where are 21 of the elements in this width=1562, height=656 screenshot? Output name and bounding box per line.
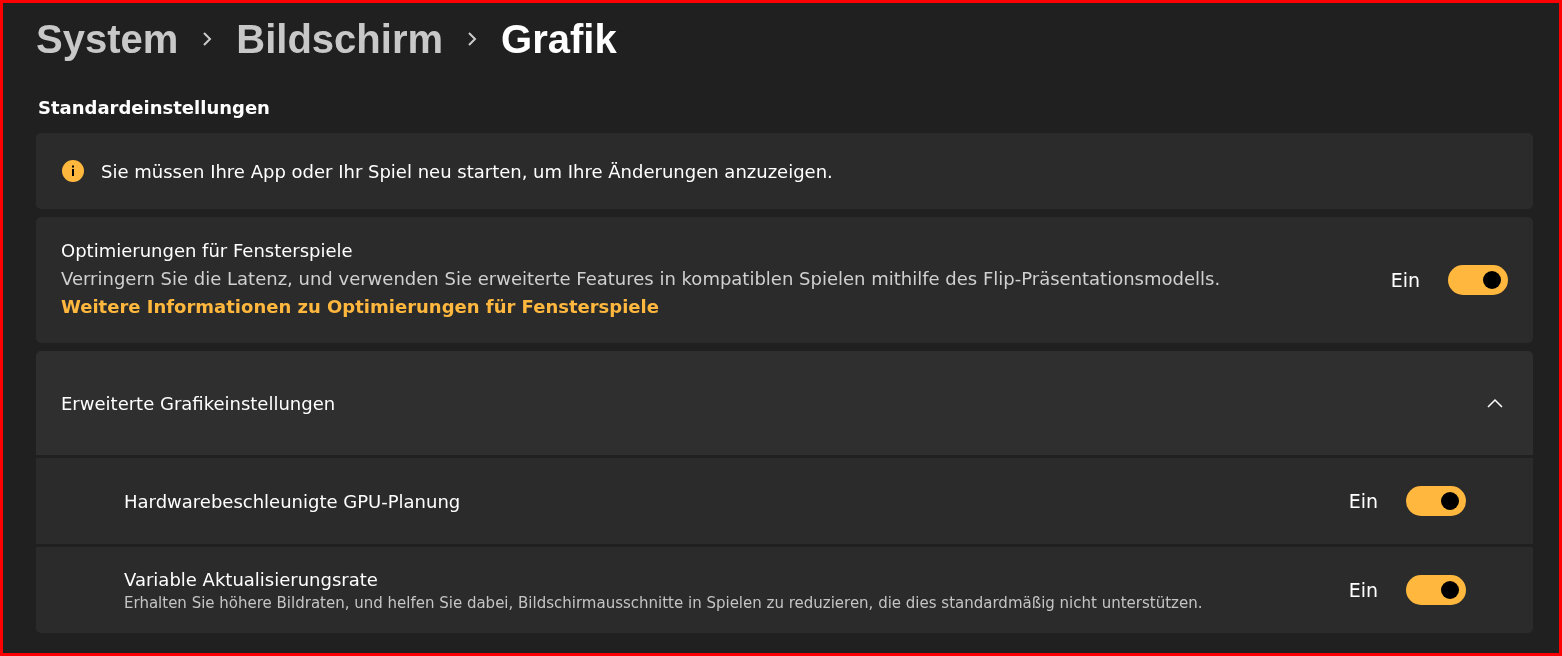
breadcrumb-item[interactable]: Bildschirm	[236, 16, 444, 62]
section-title: Standardeinstellungen	[38, 97, 271, 118]
breadcrumb-item: Grafik	[501, 16, 617, 62]
info-text: Sie müssen Ihre App oder Ihr Spiel neu starten, um Ihre Änderungen anzuzeigen.	[101, 160, 833, 182]
info-icon	[61, 159, 85, 183]
learn-more-link[interactable]: Weitere Informationen zu Optimierungen für Fensterspiele	[61, 295, 659, 317]
toggle-state-label: Ein	[1348, 579, 1378, 601]
toggle-switch[interactable]	[1406, 575, 1466, 605]
toggle-state-label: Ein	[1348, 490, 1378, 512]
setting-title: Variable Aktualisierungsrate	[124, 568, 379, 590]
toggle-switch[interactable]	[1406, 486, 1466, 516]
toggle-state-label: Ein	[1390, 269, 1420, 291]
expander-title: Erweiterte Grafikeinstellungen	[61, 392, 336, 414]
setting-description: Verringern Sie die Latenz, und verwenden Sie erweiterte Features in kompatiblen Spielen mithilfe des Flip-Präsentationsmodells. Weitere Informationen zu Optimierungen für Fensterspiele	[61, 266, 1222, 319]
chevron-up-icon[interactable]	[1486, 397, 1504, 409]
setting-description: Erhalten Sie höhere Bildraten, und helfen Sie dabei, Bildschirmausschnitte in Spielen zu reduzieren, die dies standardmäßig nicht unterstützen.	[124, 593, 1204, 612]
setting-title: Hardwarebeschleunigte GPU-Planung	[124, 490, 462, 512]
expander-header[interactable]: Erweiterte Grafikeinstellungen	[36, 351, 1533, 455]
breadcrumb-item[interactable]: System	[36, 16, 179, 62]
toggle-switch[interactable]	[1448, 265, 1508, 295]
setting-title: Optimierungen für Fensterspiele	[61, 239, 354, 261]
